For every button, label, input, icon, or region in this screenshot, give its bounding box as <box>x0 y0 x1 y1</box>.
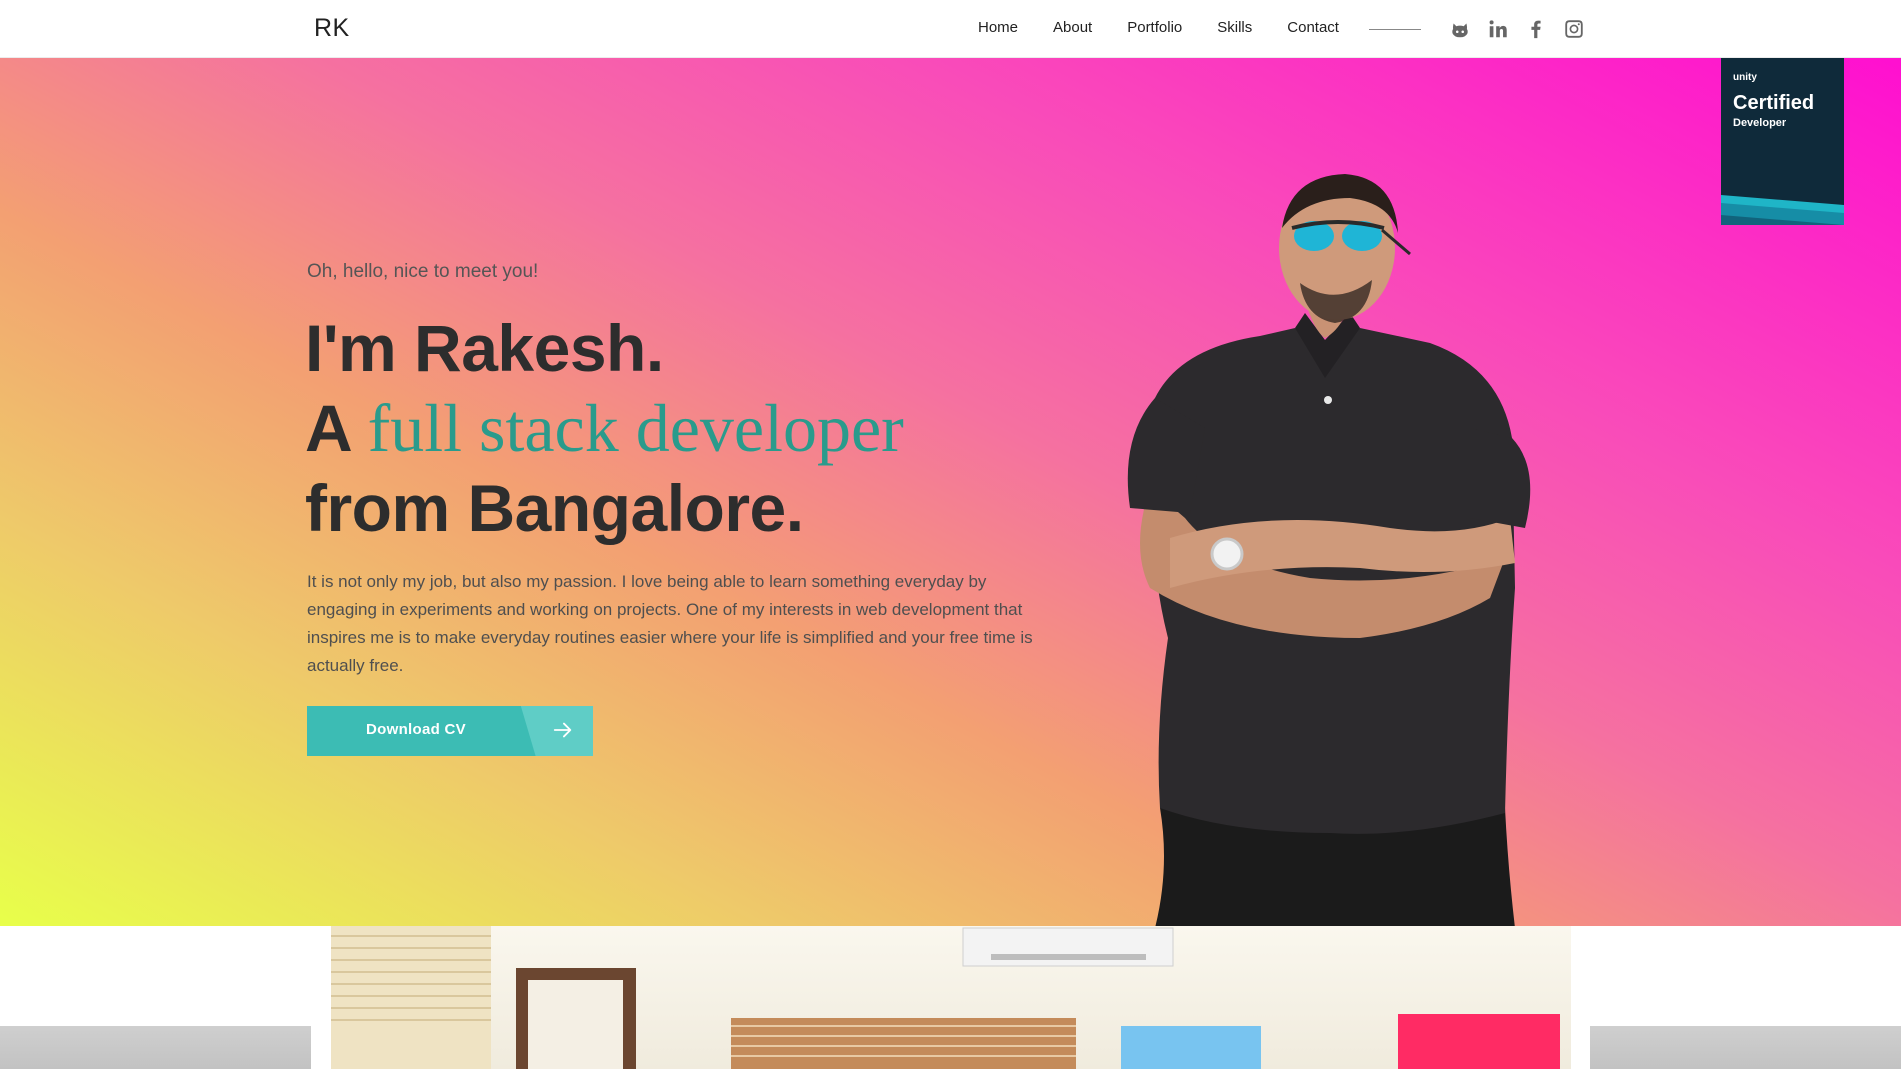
badge-ribbon <box>1721 195 1844 225</box>
navbar: RK Home About Portfolio Skills Contact <box>0 0 1901 58</box>
download-cv-label: Download CV <box>366 721 466 738</box>
nav-contact-link[interactable]: Contact <box>1287 19 1339 36</box>
nav-about-link[interactable]: About <box>1053 19 1092 36</box>
nav-skills-link[interactable]: Skills <box>1217 19 1252 36</box>
arrow-right-icon <box>553 722 572 738</box>
hero-section: Oh, hello, nice to meet you! I'm Rakesh.… <box>0 58 1901 926</box>
badge-subtitle: Developer <box>1733 117 1787 129</box>
hero-greeting: Oh, hello, nice to meet you! <box>307 261 539 282</box>
linkedin-icon[interactable] <box>1486 17 1510 41</box>
portfolio-thumb-prev[interactable] <box>0 1026 311 1069</box>
main-nav: Home About Portfolio Skills Contact <box>978 19 1374 36</box>
social-links <box>1448 17 1586 41</box>
headline-name: I'm Rakesh. <box>305 311 664 385</box>
download-cv-button[interactable]: Download CV <box>307 706 593 756</box>
headline-prefix: A <box>305 391 350 465</box>
nav-divider <box>1369 29 1421 30</box>
portfolio-thumb-current[interactable] <box>331 926 1571 1069</box>
badge-brand: unity <box>1733 72 1757 83</box>
profile-photo <box>1127 174 1531 926</box>
headline-location: from Bangalore. <box>305 471 804 545</box>
badge-title: Certified <box>1733 92 1815 114</box>
github-icon[interactable] <box>1448 17 1472 41</box>
portfolio-thumb-next[interactable] <box>1590 1026 1901 1069</box>
headline-role: full stack developer <box>367 390 904 466</box>
site-logo[interactable]: RK <box>314 14 350 43</box>
office-photo <box>331 926 1560 1069</box>
hero-headline: I'm Rakesh. A full stack developer from … <box>305 308 904 548</box>
nav-portfolio-link[interactable]: Portfolio <box>1127 19 1182 36</box>
portfolio-preview <box>0 926 1901 1069</box>
nav-home-link[interactable]: Home <box>978 19 1018 36</box>
unity-certified-badge: unity Certified Developer <box>1721 58 1844 225</box>
facebook-icon[interactable] <box>1524 17 1548 41</box>
hero-description: It is not only my job, but also my passi… <box>307 572 1033 675</box>
instagram-icon[interactable] <box>1562 17 1586 41</box>
